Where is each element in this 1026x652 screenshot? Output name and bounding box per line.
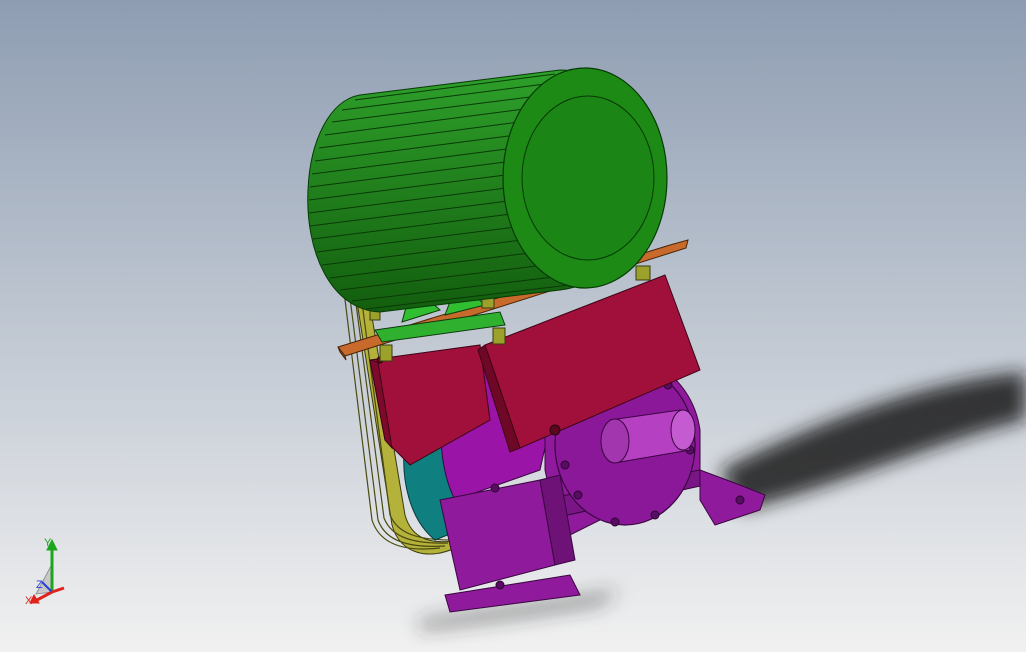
motor-end-cover — [521, 95, 655, 261]
x-axis-label: X — [25, 595, 33, 607]
z-axis-label: Z — [36, 579, 43, 591]
view-orientation-triad[interactable]: Y Z X — [20, 532, 76, 612]
graphics-viewport[interactable]: Y Z X — [0, 0, 1026, 652]
y-axis-label: Y — [44, 537, 52, 549]
motor[interactable] — [307, 67, 668, 313]
x-axis-tail — [51, 586, 65, 594]
3d-model-scene[interactable] — [0, 0, 1026, 652]
